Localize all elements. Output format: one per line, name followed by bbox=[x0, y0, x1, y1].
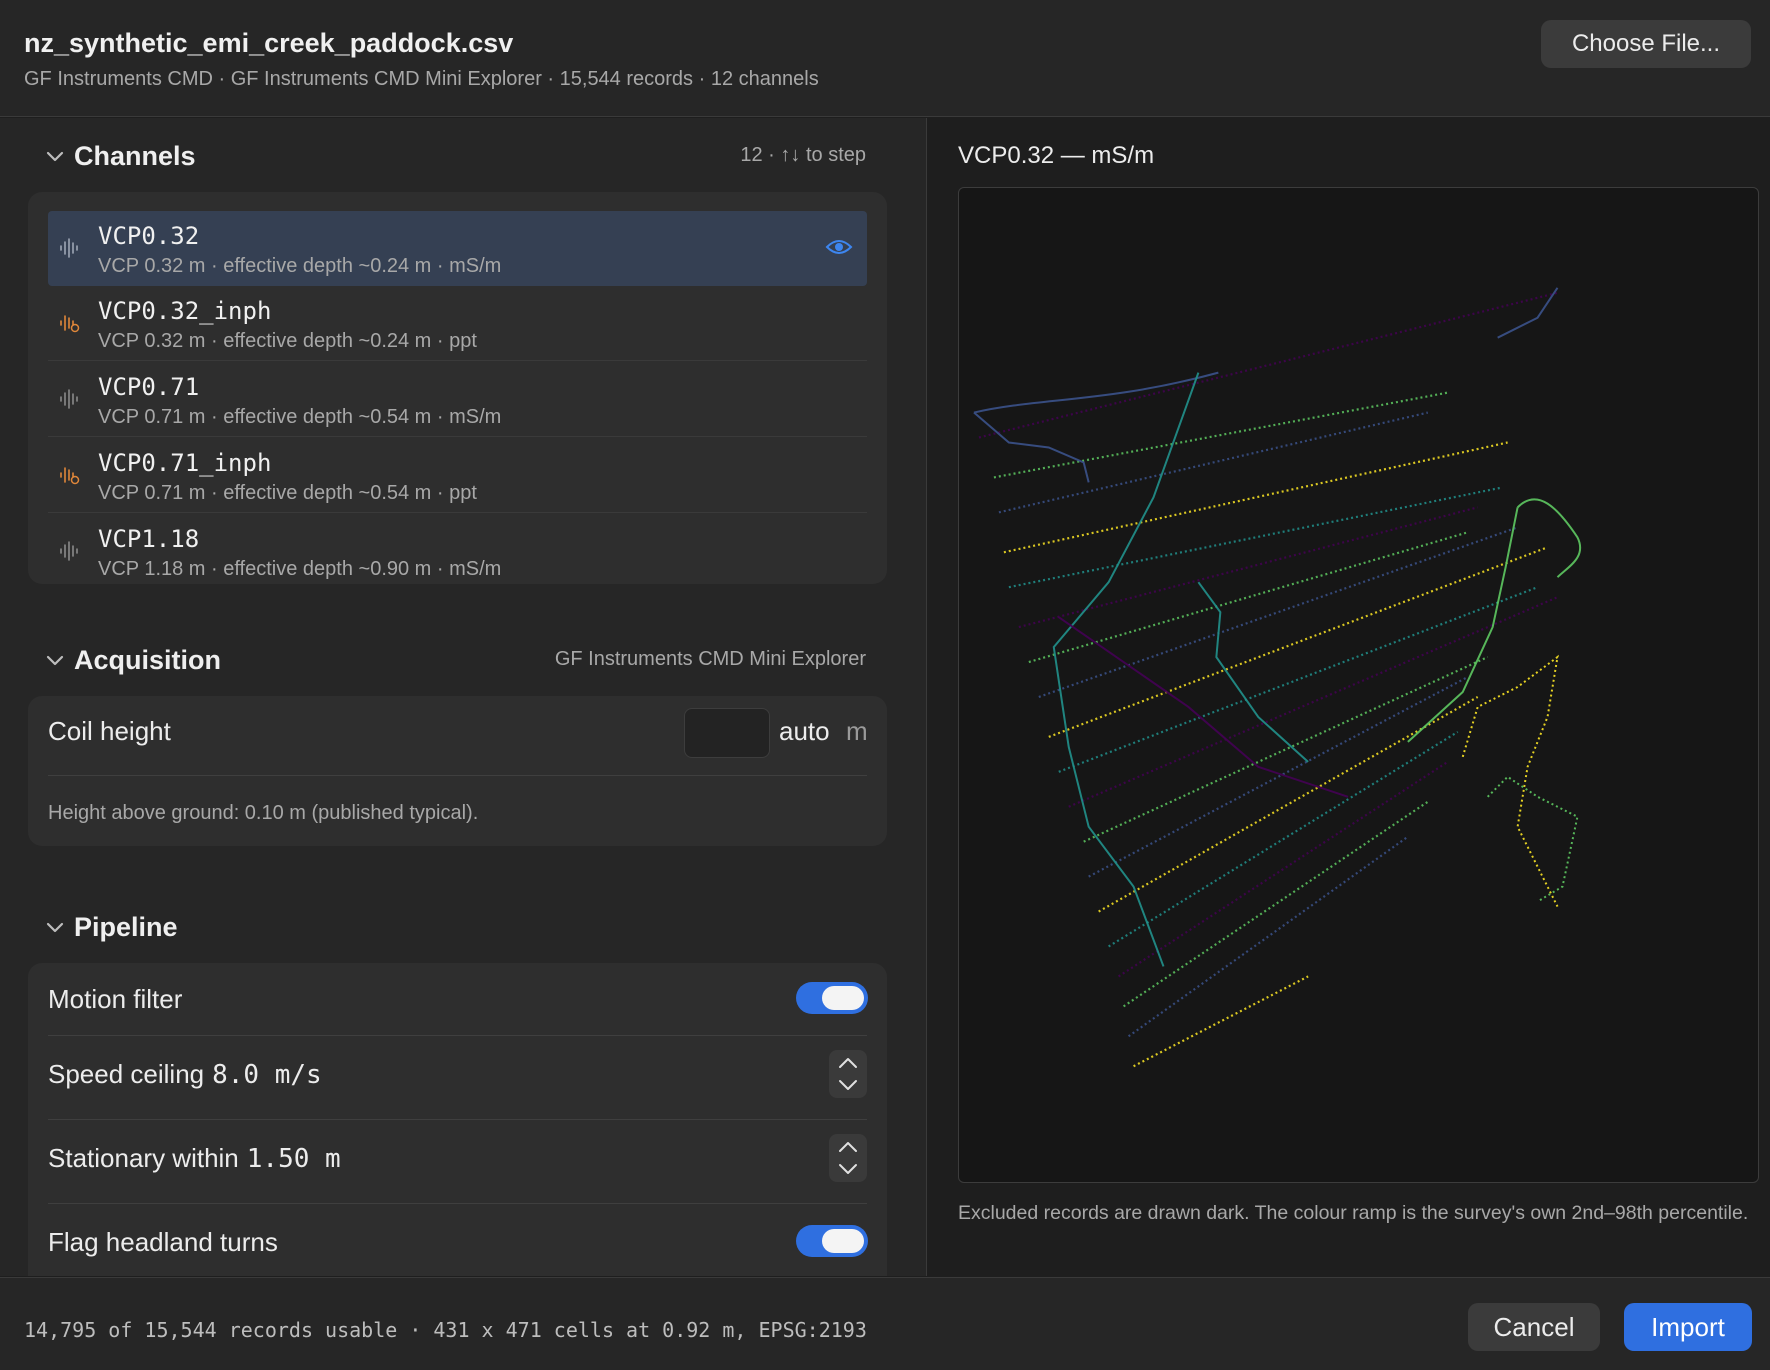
channel-row-vcp1.18[interactable]: VCP1.18 VCP 1.18 m · effective depth ~0.… bbox=[48, 514, 867, 584]
coil-height-label: Coil height bbox=[48, 716, 171, 746]
survey-swath bbox=[1083, 656, 1489, 843]
chevron-up-icon[interactable] bbox=[837, 1056, 859, 1070]
eye-icon[interactable] bbox=[825, 237, 853, 257]
preview-title: VCP0.32 — mS/m bbox=[958, 142, 1155, 169]
waveform-icon bbox=[60, 238, 78, 258]
survey-trace bbox=[1516, 498, 1581, 578]
channels-section-header[interactable]: Channels bbox=[44, 139, 196, 173]
survey-trace bbox=[1197, 581, 1309, 763]
survey-preview-map[interactable] bbox=[958, 187, 1759, 1183]
survey-swath bbox=[998, 411, 1429, 514]
survey-trace bbox=[1497, 287, 1559, 339]
channel-desc: VCP 0.71 m · effective depth ~0.54 m · m… bbox=[98, 406, 502, 428]
coil-height-unit: m bbox=[846, 716, 868, 746]
channel-list: VCP0.32 VCP 0.32 m · effective depth ~0.… bbox=[28, 192, 887, 584]
channel-row-vcp0.32-inph[interactable]: VCP0.32_inph VCP 0.32 m · effective dept… bbox=[48, 286, 867, 361]
header: nz_synthetic_emi_creek_paddock.csv GF In… bbox=[0, 0, 1770, 117]
file-name: nz_synthetic_emi_creek_paddock.csv bbox=[24, 28, 514, 58]
preview-note: Excluded records are drawn dark. The col… bbox=[958, 1202, 1749, 1224]
headland-label: Flag headland turns bbox=[48, 1227, 278, 1257]
cancel-button[interactable]: Cancel bbox=[1468, 1303, 1600, 1351]
survey-swath bbox=[1003, 441, 1508, 554]
acquisition-section-header[interactable]: Acquisition bbox=[44, 643, 221, 677]
acquisition-card: Coil height auto m Height above ground: … bbox=[28, 696, 887, 846]
channel-name: VCP0.32_inph bbox=[98, 297, 272, 325]
survey-trace bbox=[1461, 654, 1559, 908]
divider bbox=[48, 775, 867, 776]
survey-swath bbox=[993, 391, 1448, 479]
speed-ceiling-value[interactable]: 8.0 m/s bbox=[212, 1060, 322, 1090]
channels-title: Channels bbox=[74, 140, 196, 171]
speed-ceiling-label: Speed ceiling bbox=[48, 1059, 205, 1089]
footer: 14,795 of 15,544 records usable · 431 x … bbox=[0, 1277, 1770, 1370]
survey-swath bbox=[1088, 676, 1469, 878]
pipeline-title: Pipeline bbox=[74, 911, 178, 942]
channel-desc: VCP 0.32 m · effective depth ~0.24 m · p… bbox=[98, 330, 477, 352]
stationary-stepper[interactable] bbox=[829, 1134, 867, 1182]
stationary-row: Stationary within 1.50 m bbox=[48, 1143, 341, 1174]
file-subtitle: GF Instruments CMD · GF Instruments CMD … bbox=[24, 68, 819, 90]
divider bbox=[48, 1035, 867, 1036]
survey-trace bbox=[973, 371, 1219, 483]
pipeline-card: Motion filter Speed ceiling 8.0 m/s Stati… bbox=[28, 963, 887, 1276]
channel-row-vcp0.32[interactable]: VCP0.32 VCP 0.32 m · effective depth ~0.… bbox=[48, 211, 867, 286]
coil-height-input[interactable] bbox=[684, 708, 770, 758]
channel-name: VCP0.71_inph bbox=[98, 449, 272, 477]
survey-track-plot bbox=[973, 287, 1581, 1068]
survey-swath bbox=[1127, 835, 1409, 1038]
survey-trace bbox=[1052, 372, 1200, 967]
waveform-badge-icon bbox=[60, 315, 80, 333]
divider bbox=[48, 1203, 867, 1204]
channel-row-vcp0.71[interactable]: VCP0.71 VCP 0.71 m · effective depth ~0.… bbox=[48, 362, 867, 437]
motion-filter-toggle[interactable] bbox=[796, 982, 868, 1014]
survey-swath bbox=[1068, 596, 1558, 808]
choose-file-button[interactable]: Choose File... bbox=[1541, 20, 1751, 68]
waveform-icon bbox=[60, 389, 78, 409]
channel-row-vcp0.71-inph[interactable]: VCP0.71_inph VCP 0.71 m · effective dept… bbox=[48, 438, 867, 513]
survey-trace bbox=[1407, 507, 1519, 743]
coil-height-help: Height above ground: 0.10 m (published t… bbox=[48, 802, 479, 824]
records-status: 14,795 of 15,544 records usable · 431 x … bbox=[24, 1318, 867, 1342]
survey-trace bbox=[1486, 775, 1579, 903]
divider bbox=[48, 1119, 867, 1120]
survey-swath bbox=[1118, 760, 1449, 978]
chevron-down-icon bbox=[46, 922, 64, 933]
pipeline-section-header[interactable]: Pipeline bbox=[44, 910, 178, 944]
coil-height-placeholder: auto bbox=[779, 716, 830, 746]
speed-ceiling-stepper[interactable] bbox=[829, 1050, 867, 1098]
survey-swath bbox=[1122, 800, 1429, 1008]
survey-swath bbox=[1038, 526, 1518, 699]
channel-desc: VCP 0.32 m · effective depth ~0.24 m · m… bbox=[98, 255, 502, 277]
toggle-knob bbox=[822, 1229, 864, 1253]
channel-name: VCP0.71 bbox=[98, 373, 200, 401]
chevron-up-icon[interactable] bbox=[837, 1140, 859, 1154]
stationary-label: Stationary within bbox=[48, 1143, 239, 1173]
survey-swath bbox=[1133, 975, 1309, 1068]
headland-toggle[interactable] bbox=[796, 1225, 868, 1257]
survey-swath bbox=[978, 291, 1558, 439]
speed-ceiling-row: Speed ceiling 8.0 m/s bbox=[48, 1059, 322, 1090]
channel-name: VCP0.32 bbox=[98, 222, 200, 250]
channel-name: VCP1.18 bbox=[98, 525, 200, 553]
channel-desc: VCP 0.71 m · effective depth ~0.54 m · p… bbox=[98, 482, 477, 504]
chevron-down-icon[interactable] bbox=[837, 1078, 859, 1092]
settings-panel: Channels 12 · ↑↓ to step VCP0.32 VCP 0.3… bbox=[0, 118, 927, 1276]
survey-swath bbox=[1018, 506, 1478, 629]
chevron-down-icon bbox=[46, 151, 64, 162]
channel-desc: VCP 1.18 m · effective depth ~0.90 m · m… bbox=[98, 558, 502, 580]
motion-filter-label: Motion filter bbox=[48, 984, 183, 1014]
survey-trace bbox=[1058, 616, 1349, 798]
survey-swath bbox=[1008, 486, 1503, 589]
acquisition-meta: GF Instruments CMD Mini Explorer bbox=[554, 648, 866, 670]
acquisition-title: Acquisition bbox=[74, 644, 221, 675]
waveform-badge-icon bbox=[60, 467, 80, 485]
stationary-value[interactable]: 1.50 m bbox=[247, 1144, 341, 1174]
chevron-down-icon[interactable] bbox=[837, 1162, 859, 1176]
import-button[interactable]: Import bbox=[1624, 1303, 1752, 1351]
waveform-icon bbox=[60, 541, 78, 561]
channels-meta: 12 · ↑↓ to step bbox=[740, 144, 866, 166]
toggle-knob bbox=[822, 986, 864, 1010]
chevron-down-icon bbox=[46, 655, 64, 666]
